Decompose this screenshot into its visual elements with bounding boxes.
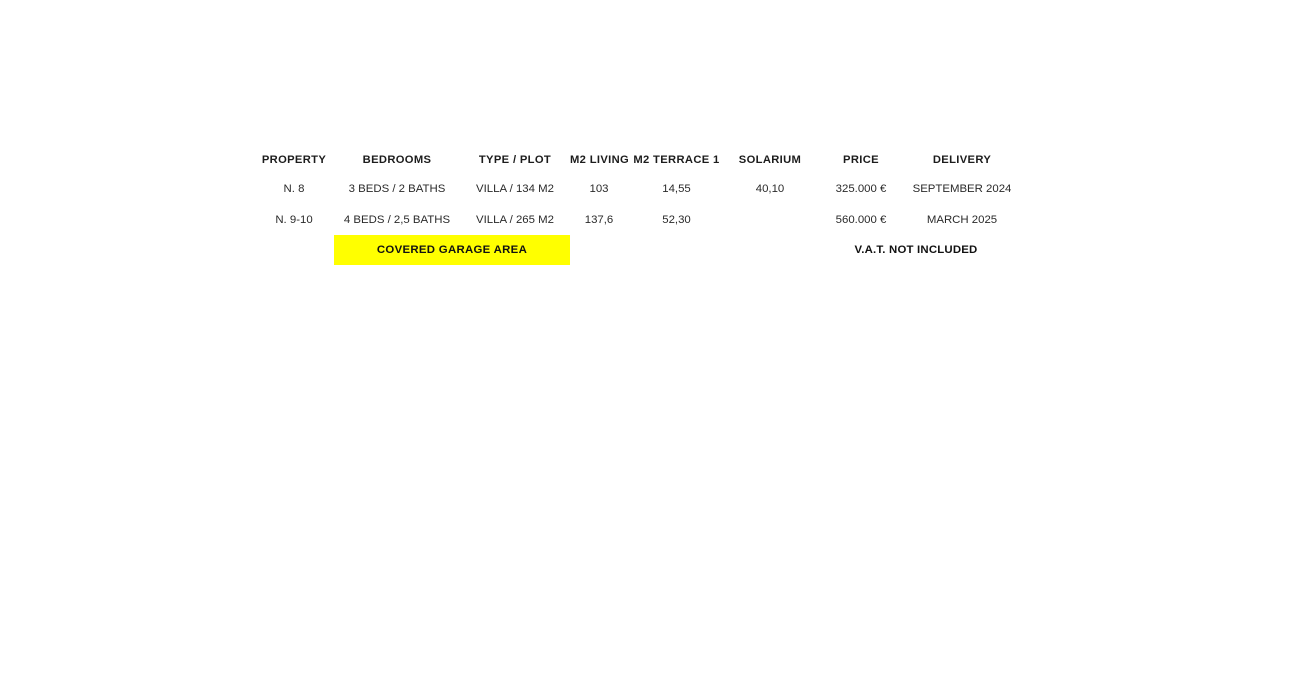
cell-footer-spacer-solarium bbox=[725, 235, 815, 265]
cell-footer-spacer-property bbox=[254, 235, 334, 265]
table-footer-row: COVERED GARAGE AREA V.A.T. NOT INCLUDED bbox=[254, 235, 1017, 265]
cell-price: 325.000 € bbox=[835, 182, 887, 195]
cell-price: 560.000 € bbox=[835, 213, 887, 226]
cell-bedrooms: 3 BEDS / 2 BATHS bbox=[348, 182, 446, 195]
cell-m2-living: 137,6 bbox=[584, 213, 614, 226]
cell-property: N. 8 bbox=[283, 182, 305, 195]
property-price-table: PROPERTY BEDROOMS TYPE / PLOT M2 LIVING … bbox=[254, 147, 1017, 265]
table-row: N. 8 3 BEDS / 2 BATHS VILLA / 134 M2 103… bbox=[254, 173, 1017, 204]
column-header-delivery: DELIVERY bbox=[932, 154, 992, 166]
vat-not-included-note: V.A.T. NOT INCLUDED bbox=[854, 244, 978, 256]
table-row: N. 9-10 4 BEDS / 2,5 BATHS VILLA / 265 M… bbox=[254, 204, 1017, 235]
cell-footer-spacer-terrace bbox=[628, 235, 725, 265]
cell-property: N. 9-10 bbox=[275, 213, 313, 226]
column-header-m2-terrace-1: M2 TERRACE 1 bbox=[633, 154, 720, 166]
cell-delivery: MARCH 2025 bbox=[926, 213, 998, 226]
column-header-property: PROPERTY bbox=[261, 154, 327, 166]
column-header-type-plot: TYPE / PLOT bbox=[478, 154, 552, 166]
cell-solarium bbox=[725, 204, 815, 235]
cell-type-plot: VILLA / 265 M2 bbox=[476, 213, 554, 226]
spreadsheet-canvas: PROPERTY BEDROOMS TYPE / PLOT M2 LIVING … bbox=[0, 0, 1290, 698]
cell-m2-living: 103 bbox=[589, 182, 609, 195]
column-header-bedrooms: BEDROOMS bbox=[362, 154, 432, 166]
cell-solarium: 40,10 bbox=[755, 182, 785, 195]
column-header-m2-living-label: M2 LIVING bbox=[570, 154, 628, 166]
cell-footer-spacer-living bbox=[570, 235, 628, 265]
cell-type-plot: VILLA / 134 M2 bbox=[476, 182, 554, 195]
cell-m2-terrace-1: 52,30 bbox=[662, 213, 691, 226]
covered-garage-area-note: COVERED GARAGE AREA bbox=[334, 235, 570, 265]
column-header-m2-living: M2 LIVING bbox=[570, 147, 628, 173]
cell-bedrooms: 4 BEDS / 2,5 BATHS bbox=[343, 213, 451, 226]
column-header-price: PRICE bbox=[843, 154, 879, 166]
table-header-row: PROPERTY BEDROOMS TYPE / PLOT M2 LIVING … bbox=[254, 147, 1017, 173]
cell-delivery: SEPTEMBER 2024 bbox=[912, 182, 1012, 195]
column-header-solarium: SOLARIUM bbox=[738, 154, 802, 166]
cell-m2-terrace-1: 14,55 bbox=[662, 182, 691, 195]
